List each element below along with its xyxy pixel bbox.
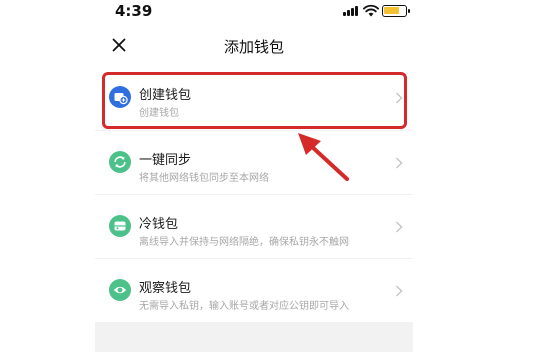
nav-bar: 添加钱包	[95, 28, 413, 64]
cold-wallet-icon	[109, 215, 131, 237]
chevron-right-icon	[396, 285, 403, 297]
chevron-right-icon	[396, 157, 403, 169]
annotation-arrow	[298, 133, 349, 181]
create-wallet-option[interactable]: 创建钱包 创建钱包	[95, 66, 413, 130]
cold-wallet-option[interactable]: 冷钱包 离线导入并保持与网络隔绝，确保私钥永不触网	[95, 194, 413, 258]
option-description: 创建钱包	[139, 108, 179, 119]
option-title: 创建钱包	[139, 88, 192, 103]
battery-icon	[382, 5, 410, 17]
status-time: 4:39	[115, 2, 153, 20]
option-title: 一键同步	[139, 153, 192, 168]
page-title: 添加钱包	[223, 38, 284, 56]
wifi-icon	[363, 4, 379, 17]
create-wallet-icon	[109, 86, 131, 108]
sync-icon	[109, 151, 131, 173]
eye-icon	[109, 279, 131, 301]
option-title: 冷钱包	[139, 217, 179, 232]
status-bar: 4:39	[95, 0, 413, 24]
watch-wallet-option[interactable]: 观察钱包 无需导入私钥，输入账号或者对应公钥即可导入	[95, 258, 413, 322]
signal-icon	[343, 6, 359, 16]
option-title: 观察钱包	[139, 281, 192, 296]
wallet-options-list: 创建钱包 创建钱包 一键同步 将其他网络钱包同步至本网络 冷钱包 离线导入并保持…	[95, 66, 413, 322]
option-description: 将其他网络钱包同步至本网络	[139, 173, 269, 184]
chevron-right-icon	[396, 221, 403, 233]
chevron-right-icon	[396, 92, 403, 104]
option-description: 无需导入私钥，输入账号或者对应公钥即可导入	[139, 301, 349, 312]
sync-option[interactable]: 一键同步 将其他网络钱包同步至本网络	[95, 130, 413, 194]
phone-screen: 4:39 添加钱包 创建钱包 创建钱包 一键同步 将其他网络钱包同步至本网络 冷…	[95, 0, 413, 352]
option-description: 离线导入并保持与网络隔绝，确保私钥永不触网	[139, 237, 349, 248]
bottom-empty-area	[95, 322, 413, 352]
